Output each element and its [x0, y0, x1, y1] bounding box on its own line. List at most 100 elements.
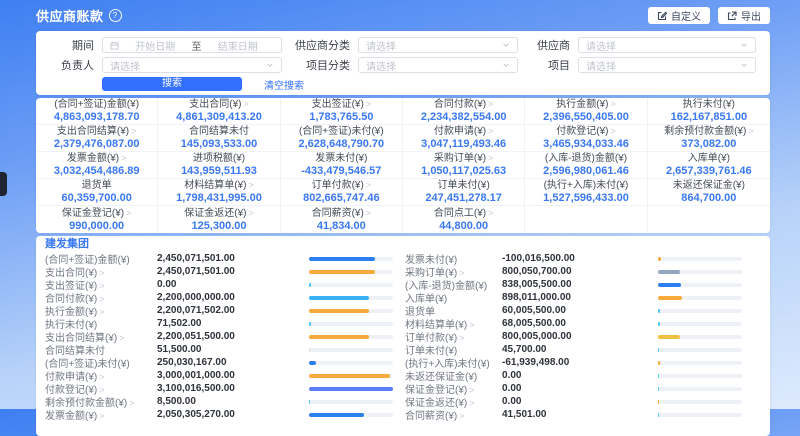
start-date-placeholder[interactable]: 开始日期 [119, 38, 192, 53]
chevron-down-icon [502, 61, 510, 69]
chevron-right-icon: > [459, 411, 464, 421]
header-actions: 自定义 导出 [648, 7, 770, 24]
metric-value: 1,050,117,025.63 [421, 165, 506, 177]
metric-value: 3,465,934,033.46 [543, 138, 629, 150]
metric-value: 4,863,093,178.70 [54, 111, 140, 123]
row-bar [309, 387, 393, 391]
row-bar [309, 283, 311, 287]
metric-value: 60,359,700.00 [61, 192, 131, 204]
end-date-placeholder[interactable]: 结束日期 [202, 38, 275, 53]
metric-value: 990,000.00 [69, 220, 124, 232]
row-bar-track [658, 400, 742, 404]
chevron-right-icon: > [488, 126, 493, 136]
metric-value: 145,093,533.00 [181, 138, 257, 150]
row-bar-track [658, 387, 742, 391]
row-bar [658, 283, 681, 287]
row-value: 3,100,016,500.00 [157, 383, 235, 394]
metric-cell[interactable]: 保证金登记(¥)>990,000.00 [36, 206, 158, 233]
metric-value: 2,657,339,761.46 [666, 165, 752, 177]
metric-value: 2,628,648,790.70 [299, 138, 385, 150]
metric-cell[interactable]: 剩余预付款金额(¥)>373,082.00 [648, 125, 770, 152]
chevron-right-icon: > [366, 180, 371, 190]
metric-cell[interactable]: 合同薪资(¥)>41,834.00 [281, 206, 403, 233]
row-value: 71,502.00 [157, 318, 202, 329]
row-label[interactable]: 合同薪资(¥)> [405, 407, 502, 422]
row-bar [658, 348, 659, 352]
supplier-category-select[interactable]: 请选择 [358, 37, 518, 53]
export-icon [727, 11, 737, 21]
filter-row-1: 期间 开始日期 至 结束日期 供应商分类 请选择 供应商 请选择 [54, 37, 758, 53]
project-label: 项目 [528, 57, 570, 73]
metric-value: 864,700.00 [681, 192, 736, 204]
metric-cell[interactable]: 支出合同(¥)>4,861,309,413.20 [158, 98, 280, 125]
row-bar-track [658, 348, 742, 352]
owner-select[interactable]: 请选择 [102, 57, 282, 73]
chevron-down-icon [740, 41, 748, 49]
metric-cell[interactable]: 付款登记(¥)>3,465,934,033.46 [525, 125, 647, 152]
group-column-left: (合同+签证)金额(¥)2,450,071,501.00支出合同(¥)>2,45… [45, 252, 393, 421]
row-value: 800,005,000.00 [502, 331, 572, 342]
row-bar [658, 387, 659, 391]
metric-cell[interactable]: 材料结算单(¥)>1,798,431,995.00 [158, 179, 280, 206]
help-icon[interactable]: ? [109, 9, 122, 22]
metric-label: (执行+入库)未付(¥) [544, 180, 629, 191]
chevron-down-icon [740, 61, 748, 69]
metric-label: 执行金额(¥)> [556, 99, 616, 110]
chevron-right-icon: > [488, 153, 493, 163]
metric-label: 入库单(¥) [688, 153, 730, 164]
edit-icon [657, 11, 667, 21]
metric-cell[interactable]: 保证金返还(¥)>125,300.00 [158, 206, 280, 233]
side-panel-handle[interactable] [0, 172, 7, 196]
export-button[interactable]: 导出 [718, 7, 770, 24]
metric-cell[interactable]: 订单付款(¥)>802,665,747.46 [281, 179, 403, 206]
row-bar-track [309, 413, 393, 417]
row-bar-track [658, 309, 742, 313]
row-bar [309, 348, 310, 352]
metric-value: 2,234,382,554.00 [421, 111, 507, 123]
page: 供应商账款 ? 自定义 导出 期间 开始日期 [36, 0, 770, 436]
metric-cell: 订单未付(¥)247,451,278.17 [403, 179, 525, 206]
metric-value: 2,396,550,405.00 [543, 111, 629, 123]
metric-cell[interactable]: 执行金额(¥)>2,396,550,405.00 [525, 98, 647, 125]
row-bar [309, 309, 369, 313]
metric-label: 支出签证(¥)> [312, 99, 372, 110]
metric-cell[interactable]: 合同点工(¥)>44,800.00 [403, 206, 525, 233]
metric-label: 订单付款(¥)> [312, 180, 372, 191]
supplier-label: 供应商 [528, 37, 570, 53]
metric-label: 进项税额(¥) [193, 153, 245, 164]
metric-cell[interactable]: 支出合同结算(¥)>2,379,476,087.00 [36, 125, 158, 152]
date-separator: 至 [192, 38, 202, 53]
supplier-select[interactable]: 请选择 [578, 37, 756, 53]
metric-cell[interactable]: 合同付款(¥)>2,234,382,554.00 [403, 98, 525, 125]
metric-label: (合同+签证)未付(¥) [299, 126, 384, 137]
metric-cell: 发票未付(¥)-433,479,546.57 [281, 152, 403, 179]
row-bar-track [309, 374, 393, 378]
chevron-right-icon: > [243, 99, 248, 109]
chevron-right-icon: > [248, 208, 253, 218]
row-label[interactable]: 发票金额(¥)> [45, 407, 157, 422]
metric-label: 保证金登记(¥)> [62, 208, 132, 219]
metric-cell[interactable]: 支出签证(¥)>1,783,765.50 [281, 98, 403, 125]
metric-value: 3,032,454,486.89 [54, 165, 140, 177]
row-value: 0.00 [502, 370, 521, 381]
row-bar [309, 374, 390, 378]
metric-label: 发票金额(¥)> [67, 153, 127, 164]
row-bar [658, 335, 680, 339]
select-placeholder: 请选择 [586, 38, 616, 53]
metric-value: -433,479,546.57 [301, 165, 381, 177]
clear-search-link[interactable]: 清空搜索 [264, 77, 304, 92]
group-title: 建发集团 [45, 239, 742, 250]
customize-button[interactable]: 自定义 [648, 7, 710, 24]
metric-value: 125,300.00 [191, 220, 246, 232]
search-button[interactable]: 搜索 [102, 77, 242, 91]
metric-label: 退货单 [82, 180, 112, 191]
period-range-input[interactable]: 开始日期 至 结束日期 [102, 37, 282, 53]
metric-cell[interactable]: 采购订单(¥)>1,050,117,025.63 [403, 152, 525, 179]
project-category-select[interactable]: 请选择 [358, 57, 518, 73]
metric-value: 4,861,309,413.20 [176, 111, 262, 123]
row-bar-track [309, 283, 393, 287]
metric-cell[interactable]: 付款申请(¥)>3,047,119,493.46 [403, 125, 525, 152]
owner-label: 负责人 [54, 57, 94, 73]
project-select[interactable]: 请选择 [578, 57, 756, 73]
metric-cell[interactable]: 发票金额(¥)>3,032,454,486.89 [36, 152, 158, 179]
